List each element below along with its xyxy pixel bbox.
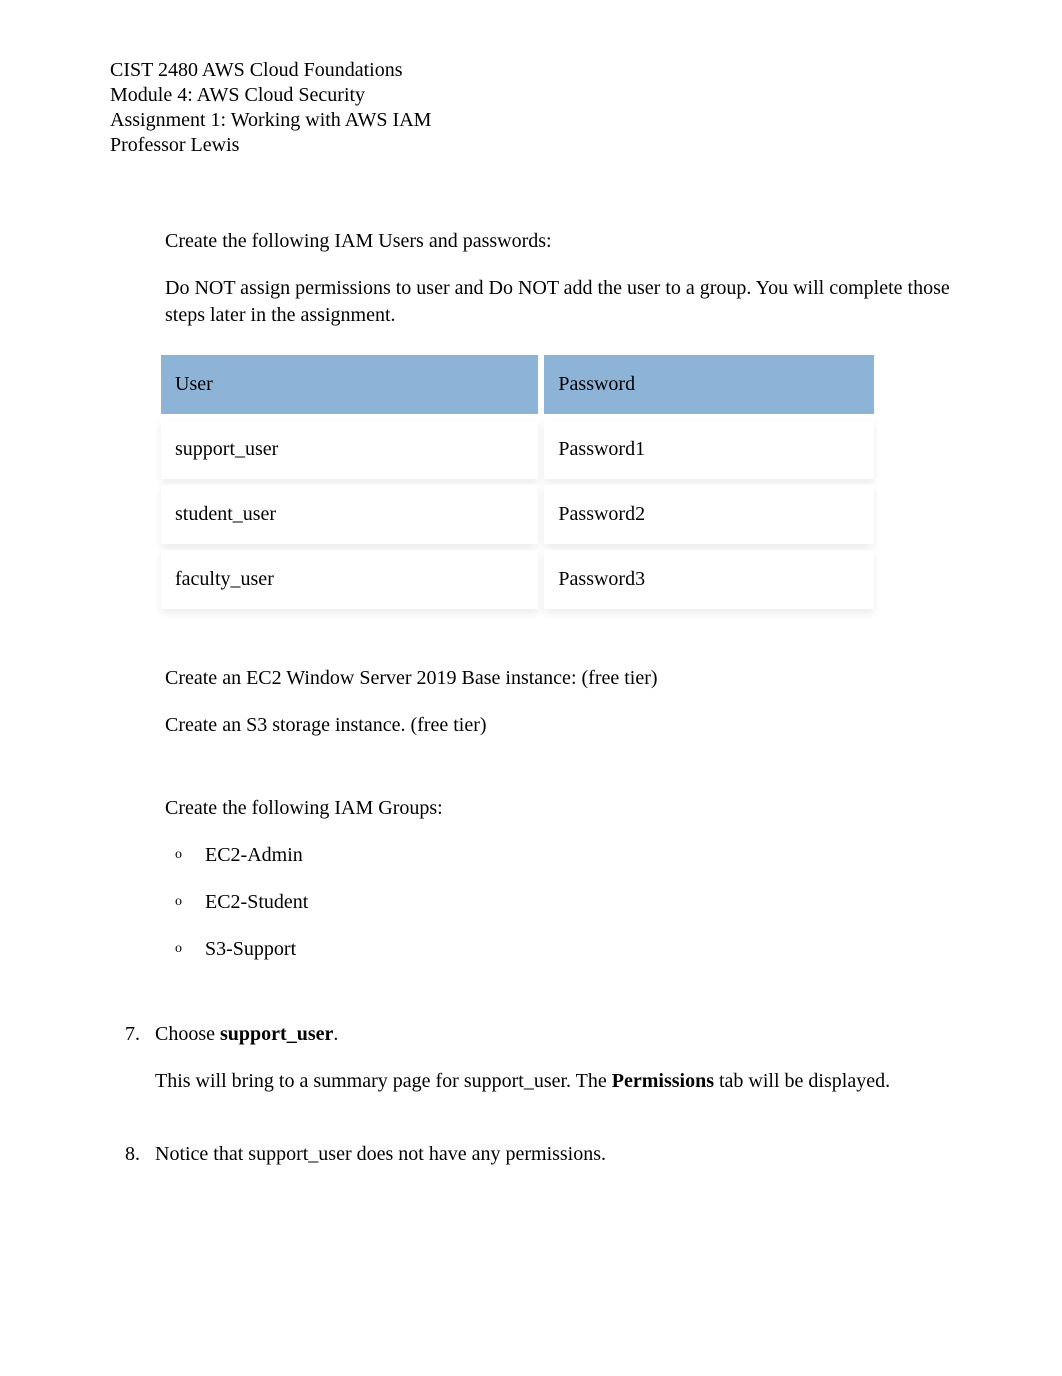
step-text-bold: support_user (220, 1023, 333, 1045)
instruction-create-groups: Create the following IAM Groups: (165, 795, 952, 822)
step-sub-bold: Permissions (612, 1070, 714, 1092)
list-item: EC2-Admin (205, 842, 952, 869)
step-text-lead: Choose (155, 1023, 220, 1045)
step-number: 8. (125, 1141, 155, 1168)
cell-user: faculty_user (161, 550, 538, 609)
table-header-user: User (161, 355, 538, 414)
cell-user: support_user (161, 420, 538, 479)
step-sub-paragraph: This will bring to a summary page for su… (155, 1068, 952, 1095)
list-item: EC2-Student (205, 889, 952, 916)
cell-user: student_user (161, 485, 538, 544)
table-row: student_user Password2 (161, 485, 874, 544)
instruction-create-s3: Create an S3 storage instance. (free tie… (165, 712, 952, 739)
instruction-create-users: Create the following IAM Users and passw… (165, 228, 952, 255)
step-sub-b: tab will be displayed. (714, 1070, 890, 1092)
step-body: Notice that support_user does not have a… (155, 1141, 952, 1168)
step-number: 7. (125, 1021, 155, 1105)
list-item: S3-Support (205, 936, 952, 963)
table-row: faculty_user Password3 (161, 550, 874, 609)
cell-password: Password3 (544, 550, 874, 609)
table-header-password: Password (544, 355, 874, 414)
step-8: 8. Notice that support_user does not hav… (165, 1141, 952, 1168)
groups-list: EC2-Admin EC2-Student S3-Support (165, 842, 952, 963)
header-course: CIST 2480 AWS Cloud Foundations (110, 58, 952, 83)
step-text-trail: . (333, 1023, 338, 1045)
step-sub-a: This will bring to a summary page for su… (155, 1070, 612, 1092)
step-7: 7. Choose support_user. This will bring … (165, 1021, 952, 1105)
header-assignment: Assignment 1: Working with AWS IAM (110, 108, 952, 133)
cell-password: Password2 (544, 485, 874, 544)
table-row: support_user Password1 (161, 420, 874, 479)
header-module: Module 4: AWS Cloud Security (110, 83, 952, 108)
cell-password: Password1 (544, 420, 874, 479)
users-table: User Password support_user Password1 stu… (155, 349, 880, 615)
header-professor: Professor Lewis (110, 133, 952, 158)
instruction-no-permissions: Do NOT assign permissions to user and Do… (165, 275, 952, 329)
instruction-create-ec2: Create an EC2 Window Server 2019 Base in… (165, 665, 952, 692)
document-body: Create the following IAM Users and passw… (110, 228, 952, 1168)
document-header: CIST 2480 AWS Cloud Foundations Module 4… (110, 58, 952, 158)
step-body: Choose support_user. This will bring to … (155, 1021, 952, 1105)
